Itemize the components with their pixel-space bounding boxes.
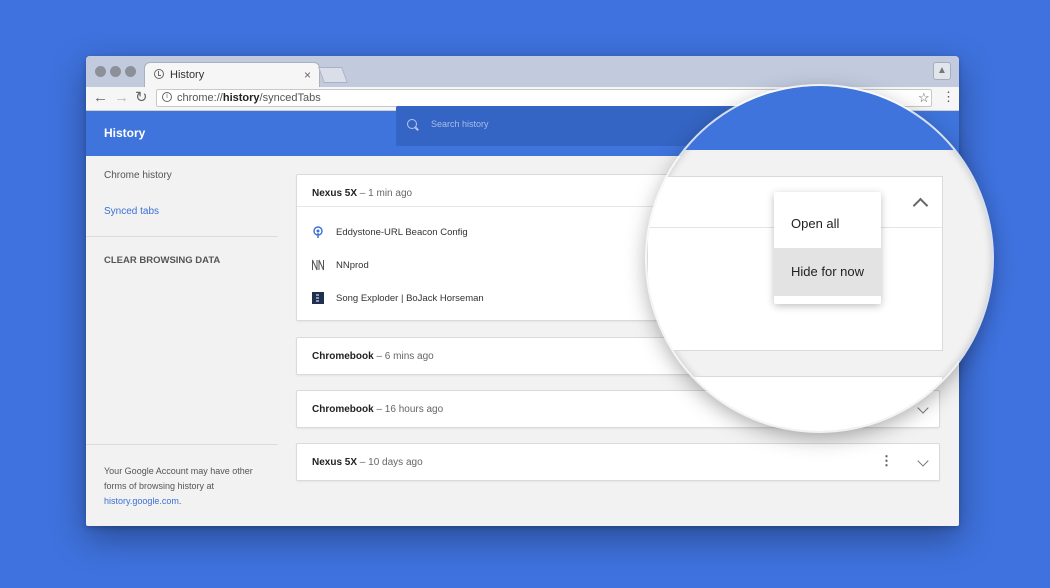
- forward-icon[interactable]: →: [114, 90, 129, 106]
- device-card-title: Nexus 5X – 10 days ago: [312, 457, 423, 468]
- chevron-down-icon[interactable]: [917, 455, 929, 467]
- window-maximize-dot[interactable]: [125, 66, 136, 77]
- menu-item-hide-for-now[interactable]: Hide for now: [774, 248, 881, 296]
- sidebar-item-chrome-history[interactable]: Chrome history: [104, 170, 172, 181]
- menu-item-open-all[interactable]: Open all: [774, 200, 881, 248]
- new-tab-button[interactable]: [318, 67, 348, 83]
- device-card-title: Nexus 5X – 1 min ago: [312, 188, 413, 199]
- sidebar-divider: [86, 236, 278, 237]
- clear-browsing-data-button[interactable]: CLEAR BROWSING DATA: [104, 255, 220, 266]
- device-card-title: Chromebook – 6 mins ago: [312, 351, 434, 362]
- card-action-menu: Open all Hide for now: [774, 192, 881, 304]
- nn-icon: [312, 259, 324, 271]
- sidebar-item-synced-tabs[interactable]: Synced tabs: [104, 206, 159, 217]
- extension-icon[interactable]: ▲: [933, 62, 951, 80]
- back-icon[interactable]: ←: [93, 90, 108, 106]
- history-google-link[interactable]: history.google.com: [104, 496, 179, 506]
- tab-close-icon[interactable]: ×: [304, 68, 311, 82]
- synced-tab-title: Eddystone-URL Beacon Config: [336, 227, 468, 238]
- device-card-title: Chromebook – 16 hours ago: [312, 404, 444, 415]
- tab-strip: History × ▲: [86, 56, 959, 88]
- browser-tab-history[interactable]: History ×: [144, 62, 320, 88]
- magnifier-lens: Open all Hide for now: [647, 86, 992, 431]
- reload-icon[interactable]: ↻: [135, 90, 148, 106]
- tab-title: History: [170, 69, 205, 81]
- window-close-dot[interactable]: [95, 66, 106, 77]
- song-exploder-icon: [312, 292, 324, 304]
- info-icon[interactable]: i: [162, 92, 172, 102]
- url-text: chrome://history/syncedTabs: [177, 92, 321, 104]
- magnified-header: [647, 86, 992, 150]
- sidebar-footer-divider: [86, 444, 278, 445]
- synced-tab-title: NNprod: [336, 260, 369, 271]
- card-menu-icon[interactable]: ⋮: [880, 453, 893, 469]
- synced-tab-title: Song Exploder | BoJack Horseman: [336, 293, 484, 304]
- window-minimize-dot[interactable]: [110, 66, 121, 77]
- sidebar-footnote: Your Google Account may have other forms…: [104, 466, 253, 506]
- search-placeholder: Search history: [431, 119, 489, 129]
- magnified-card: [647, 376, 943, 431]
- page-title: History: [104, 126, 146, 140]
- history-clock-icon: [154, 69, 164, 79]
- beacon-icon: [313, 226, 323, 238]
- device-card-nexus-5x[interactable]: Nexus 5X – 10 days ago ⋮: [296, 443, 940, 481]
- search-icon: [407, 119, 417, 129]
